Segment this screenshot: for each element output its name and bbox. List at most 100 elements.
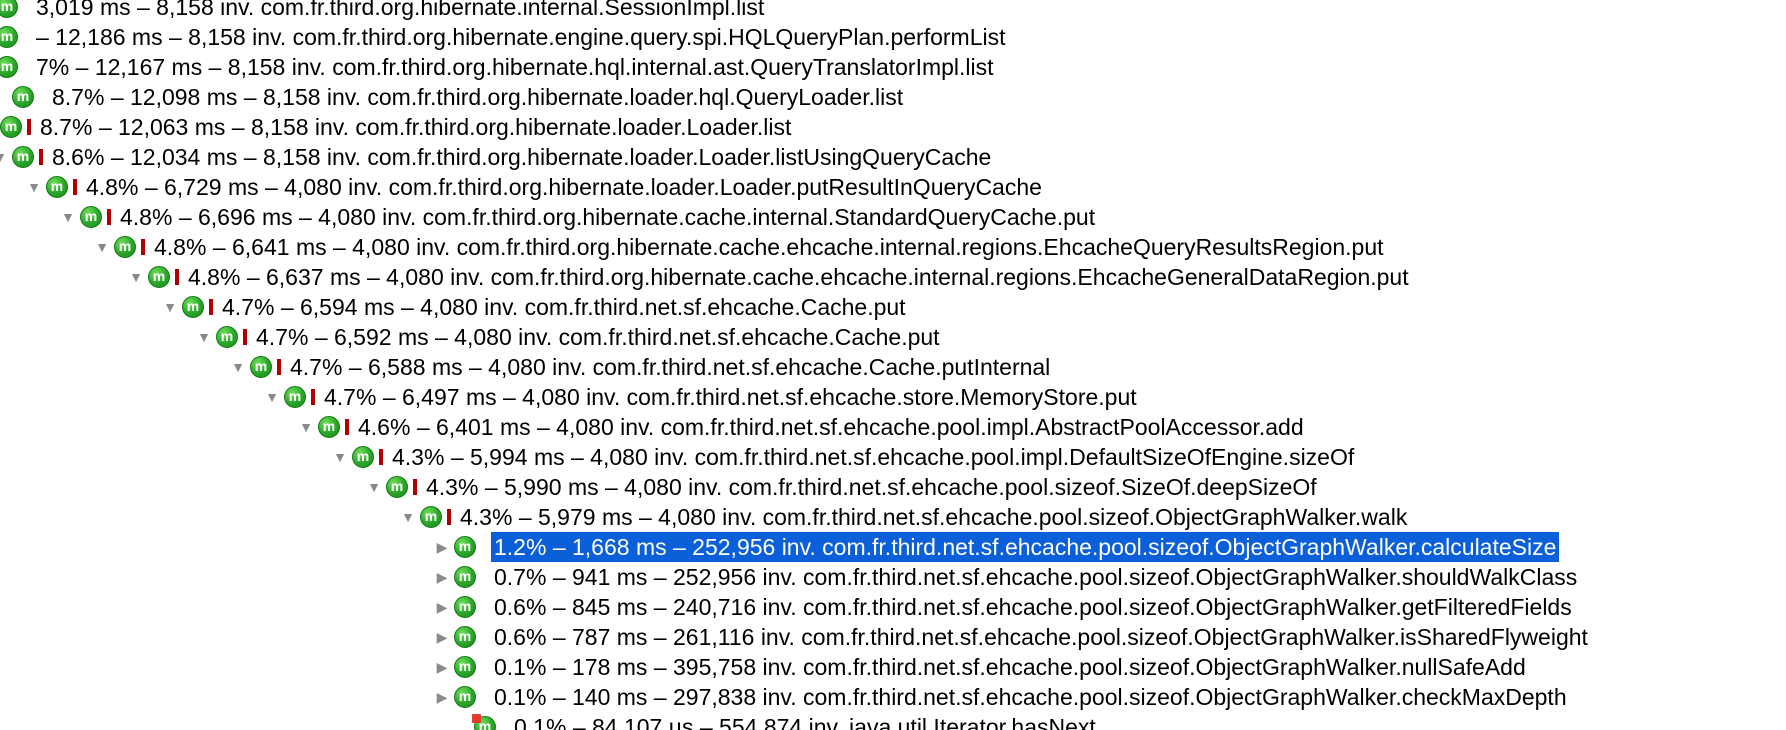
collapsed-toggle-icon[interactable]: ▶ [432,562,452,592]
call-tree-node-label[interactable]: 8.6% – 12,034 ms – 8,158 inv. com.fr.thi… [49,142,994,172]
tree-row[interactable]: m 3,019 ms – 8,158 inv. com.fr.third.org.… [0,0,767,22]
hot-spot-bar [311,389,315,405]
hot-spot-bar [277,359,281,375]
method-icon: m [46,176,68,198]
method-icon: m [12,86,34,108]
method-icon: m [250,356,272,378]
expanded-toggle-icon[interactable]: ▼ [262,382,282,412]
collapsed-toggle-icon[interactable]: ▶ [432,652,452,682]
method-icon: m [0,26,18,48]
call-tree-node-label[interactable]: 0.7% – 941 ms – 252,956 inv. com.fr.thir… [491,562,1580,592]
call-tree-node-label[interactable]: 4.8% – 6,637 ms – 4,080 inv. com.fr.thir… [185,262,1412,292]
expanded-toggle-icon[interactable]: ▼ [228,352,248,382]
call-tree-node-label[interactable]: 4.7% – 6,592 ms – 4,080 inv. com.fr.thir… [253,322,943,352]
tree-row[interactable]: m – 12,186 ms – 8,158 inv. com.fr.third.o… [0,22,1009,52]
method-icon: m [454,536,476,558]
expanded-toggle-icon[interactable]: ▼ [126,262,146,292]
method-icon: m [12,146,34,168]
tree-row[interactable]: ▶ m 0.6% – 787 ms – 261,116 inv. com.fr.th… [432,622,1591,652]
call-tree-node-label[interactable]: 0.6% – 845 ms – 240,716 inv. com.fr.thir… [491,592,1575,622]
tree-row[interactable]: ▼ m 4.7% – 6,594 ms – 4,080 inv. com.fr.th… [160,292,909,322]
tree-row[interactable]: ▼ m 4.3% – 5,979 ms – 4,080 inv. com.fr.th… [398,502,1410,532]
tree-row[interactable]: ▼ m 4.6% – 6,401 ms – 4,080 inv. com.fr.th… [296,412,1307,442]
method-icon: m [80,206,102,228]
call-tree-node-label[interactable]: 4.7% – 6,588 ms – 4,080 inv. com.fr.thir… [287,352,1053,382]
method-icon: m [454,566,476,588]
call-tree-node-label[interactable]: 0.1% – 84,107 µs – 554,874 inv. java.uti… [511,712,1099,730]
collapsed-toggle-icon[interactable]: ▶ [432,532,452,562]
collapsed-toggle-icon[interactable]: ▶ [432,682,452,712]
method-icon: m [216,326,238,348]
tree-row[interactable]: ▼m 8.6% – 12,034 ms – 8,158 inv. com.fr.t… [0,142,994,172]
call-tree-node-label[interactable]: 3,019 ms – 8,158 inv. com.fr.third.org.h… [33,0,767,22]
call-tree-node-label[interactable]: 4.8% – 6,696 ms – 4,080 inv. com.fr.thir… [117,202,1098,232]
tree-row[interactable]: ▼ m 4.8% – 6,641 ms – 4,080 inv. com.fr.th… [92,232,1387,262]
call-tree-node-label[interactable]: 0.6% – 787 ms – 261,116 inv. com.fr.thir… [491,622,1591,652]
tree-row[interactable]: ▶ m 0.1% – 178 ms – 395,758 inv. com.fr.th… [432,652,1529,682]
call-tree-node-label[interactable]: 8.7% – 12,063 ms – 8,158 inv. com.fr.thi… [37,112,794,142]
hot-spot-bar [345,419,349,435]
call-tree-node-label[interactable]: 7% – 12,167 ms – 8,158 inv. com.fr.third… [33,52,997,82]
tree-row[interactable]: m 0.1% – 84,107 µs – 554,874 inv. java.ut… [452,712,1099,730]
hot-spot-bar [175,269,179,285]
tree-row[interactable]: ▼ m 4.8% – 6,637 ms – 4,080 inv. com.fr.th… [126,262,1412,292]
method-icon: m [284,386,306,408]
method-icon: m [0,116,22,138]
method-icon: m [0,56,18,78]
tree-row[interactable]: ▼ m 4.8% – 6,729 ms – 4,080 inv. com.fr.th… [24,172,1045,202]
tree-row[interactable]: ▼ m 4.8% – 6,696 ms – 4,080 inv. com.fr.th… [58,202,1098,232]
method-icon: m [454,596,476,618]
method-icon: m [352,446,374,468]
call-tree-node-label[interactable]: 4.3% – 5,990 ms – 4,080 inv. com.fr.thir… [423,472,1320,502]
method-icon: m [114,236,136,258]
tree-row[interactable]: ▶ m 1.2% – 1,668 ms – 252,956 inv. com.fr.… [432,532,1560,562]
collapsed-toggle-icon[interactable]: ▶ [432,622,452,652]
hot-spot-bar [107,209,111,225]
call-tree-node-label[interactable]: 0.1% – 178 ms – 395,758 inv. com.fr.thir… [491,652,1529,682]
tree-row[interactable]: ▼ m 4.3% – 5,990 ms – 4,080 inv. com.fr.th… [364,472,1320,502]
hot-spot-bar [209,299,213,315]
call-tree-node-label[interactable]: 4.8% – 6,641 ms – 4,080 inv. com.fr.thir… [151,232,1387,262]
tree-row[interactable]: ▼ m 4.7% – 6,588 ms – 4,080 inv. com.fr.th… [228,352,1053,382]
hot-spot-bar [141,239,145,255]
method-icon: m [148,266,170,288]
expanded-toggle-icon[interactable]: ▼ [398,502,418,532]
method-icon: m [472,714,496,730]
call-tree-node-label[interactable]: 0.1% – 140 ms – 297,838 inv. com.fr.thir… [491,682,1570,712]
hot-spot-bar [447,509,451,525]
call-tree-node-label[interactable]: 4.7% – 6,594 ms – 4,080 inv. com.fr.thir… [219,292,909,322]
expanded-toggle-icon[interactable]: ▼ [24,172,44,202]
tree-row[interactable]: m 8.7% – 12,063 ms – 8,158 inv. com.fr.th… [0,112,794,142]
expanded-toggle-icon[interactable]: ▼ [330,442,350,472]
expanded-toggle-icon[interactable]: ▼ [0,142,10,172]
hot-spot-bar [73,179,77,195]
tree-row[interactable]: ▶ m 0.7% – 941 ms – 252,956 inv. com.fr.th… [432,562,1580,592]
call-tree-node-label[interactable]: 4.3% – 5,994 ms – 4,080 inv. com.fr.thir… [389,442,1357,472]
hot-spot-bar [243,329,247,345]
expanded-toggle-icon[interactable]: ▼ [92,232,112,262]
method-icon: m [454,656,476,678]
call-tree-node-label[interactable]: 4.6% – 6,401 ms – 4,080 inv. com.fr.thir… [355,412,1307,442]
tree-row[interactable]: ▶ m 0.1% – 140 ms – 297,838 inv. com.fr.th… [432,682,1570,712]
tree-row[interactable]: m 8.7% – 12,098 ms – 8,158 inv. com.fr.th… [0,82,906,112]
method-icon: m [454,686,476,708]
call-tree-node-label[interactable]: 4.3% – 5,979 ms – 4,080 inv. com.fr.thir… [457,502,1410,532]
call-tree-node-label[interactable]: 1.2% – 1,668 ms – 252,956 inv. com.fr.th… [491,532,1560,562]
call-tree-node-label[interactable]: – 12,186 ms – 8,158 inv. com.fr.third.or… [33,22,1009,52]
expanded-toggle-icon[interactable]: ▼ [364,472,384,502]
call-tree-node-label[interactable]: 8.7% – 12,098 ms – 8,158 inv. com.fr.thi… [49,82,906,112]
tree-row[interactable]: m 7% – 12,167 ms – 8,158 inv. com.fr.thir… [0,52,997,82]
tree-row[interactable]: ▼ m 4.7% – 6,497 ms – 4,080 inv. com.fr.th… [262,382,1140,412]
call-tree-node-label[interactable]: 4.8% – 6,729 ms – 4,080 inv. com.fr.thir… [83,172,1045,202]
call-tree: m 3,019 ms – 8,158 inv. com.fr.third.org.… [0,0,1786,730]
tree-row[interactable]: ▶ m 0.6% – 845 ms – 240,716 inv. com.fr.th… [432,592,1575,622]
tree-row[interactable]: ▼ m 4.3% – 5,994 ms – 4,080 inv. com.fr.th… [330,442,1357,472]
expanded-toggle-icon[interactable]: ▼ [296,412,316,442]
method-icon: m [386,476,408,498]
expanded-toggle-icon[interactable]: ▼ [194,322,214,352]
call-tree-node-label[interactable]: 4.7% – 6,497 ms – 4,080 inv. com.fr.thir… [321,382,1140,412]
expanded-toggle-icon[interactable]: ▼ [160,292,180,322]
collapsed-toggle-icon[interactable]: ▶ [432,592,452,622]
expanded-toggle-icon[interactable]: ▼ [58,202,78,232]
tree-row[interactable]: ▼ m 4.7% – 6,592 ms – 4,080 inv. com.fr.th… [194,322,943,352]
